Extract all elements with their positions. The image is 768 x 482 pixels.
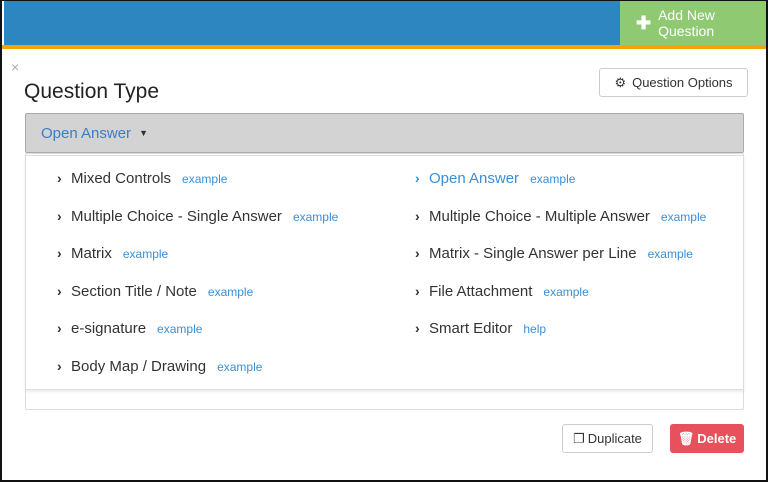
selected-value: Open Answer (41, 124, 132, 142)
options-label: Question Options (632, 75, 733, 90)
menu-item-label: Body Map / Drawing (71, 357, 207, 375)
menu-item-link[interactable]: example (208, 285, 253, 299)
menu-item-link[interactable]: example (543, 285, 588, 299)
menu-item-link[interactable]: example (648, 247, 693, 261)
menu-item[interactable]: › Section Title / Note example (57, 283, 253, 300)
menu-item-label: Section Title / Note (71, 282, 197, 300)
menu-item-label: Matrix - Single Answer per Line (429, 245, 637, 262)
chevron-right-icon: › (57, 357, 62, 374)
chevron-right-icon: › (415, 320, 420, 336)
menu-item[interactable]: › Mixed Controls example (57, 170, 227, 187)
delete-label: Delete (697, 431, 737, 446)
menu-item-label: Smart Editor (429, 320, 513, 337)
menu-item-link[interactable]: example (157, 322, 202, 336)
menu-item-label: Matrix (71, 245, 112, 262)
menu-item-link[interactable]: example (217, 360, 262, 374)
menu-item-link[interactable]: example (530, 172, 575, 186)
chevron-right-icon: › (57, 170, 62, 186)
chevron-right-icon: › (415, 282, 420, 299)
menu-item[interactable]: › Open Answer example (415, 170, 575, 187)
menu-item[interactable]: › e-signature example (57, 320, 202, 337)
close-icon[interactable]: × (11, 59, 19, 75)
trash-icon: 🗑 (677, 430, 695, 446)
menu-item[interactable]: › Matrix example (57, 245, 168, 262)
copy-icon: ❐ (573, 430, 585, 446)
page-title: Question Type (24, 80, 160, 103)
menu-item[interactable]: › Body Map / Drawing example (57, 358, 262, 375)
duplicate-label: Duplicate (587, 431, 642, 446)
menu-item-label: Multiple Choice - Single Answer (71, 207, 282, 225)
menu-item-link[interactable]: help (523, 322, 546, 336)
chevron-right-icon: › (57, 320, 62, 336)
chevron-right-icon: › (57, 282, 62, 299)
menu-item-link[interactable]: example (182, 172, 227, 186)
chevron-right-icon: › (57, 245, 62, 261)
menu-item-link[interactable]: example (293, 210, 338, 224)
chevron-right-icon: › (415, 170, 420, 186)
caret-down-icon: ▼ (139, 128, 148, 138)
menu-item-label: Multiple Choice - Multiple Answer (429, 207, 650, 225)
menu-item[interactable]: › Matrix - Single Answer per Line example (415, 245, 693, 262)
question-type-select[interactable]: Open Answer ▼ (25, 113, 744, 153)
gear-icon: ⚙ (614, 74, 627, 90)
menu-item-link[interactable]: example (123, 247, 168, 261)
menu-item-label: Open Answer (429, 170, 520, 187)
chevron-right-icon: › (415, 207, 420, 224)
duplicate-button[interactable]: ❐ Duplicate (562, 424, 653, 453)
delete-button[interactable]: 🗑 Delete (670, 424, 744, 453)
menu-item-link[interactable]: example (661, 210, 706, 224)
menu-item-label: Mixed Controls (71, 170, 172, 187)
menu-item[interactable]: › File Attachment example (415, 283, 589, 300)
menu-item-label: File Attachment (429, 282, 533, 300)
question-type-menu: › Mixed Controls example › Open Answer exampl… (25, 155, 744, 390)
menu-item[interactable]: › Multiple Choice - Multiple Answer exampl… (415, 208, 706, 225)
menu-item[interactable]: › Multiple Choice - Single Answer example (57, 208, 338, 225)
chevron-right-icon: › (57, 207, 62, 224)
menu-item[interactable]: › Smart Editor help (415, 320, 546, 337)
chevron-right-icon: › (415, 245, 420, 261)
question-options-button[interactable]: ⚙ Question Options (599, 68, 748, 97)
menu-item-label: e-signature (71, 320, 147, 337)
